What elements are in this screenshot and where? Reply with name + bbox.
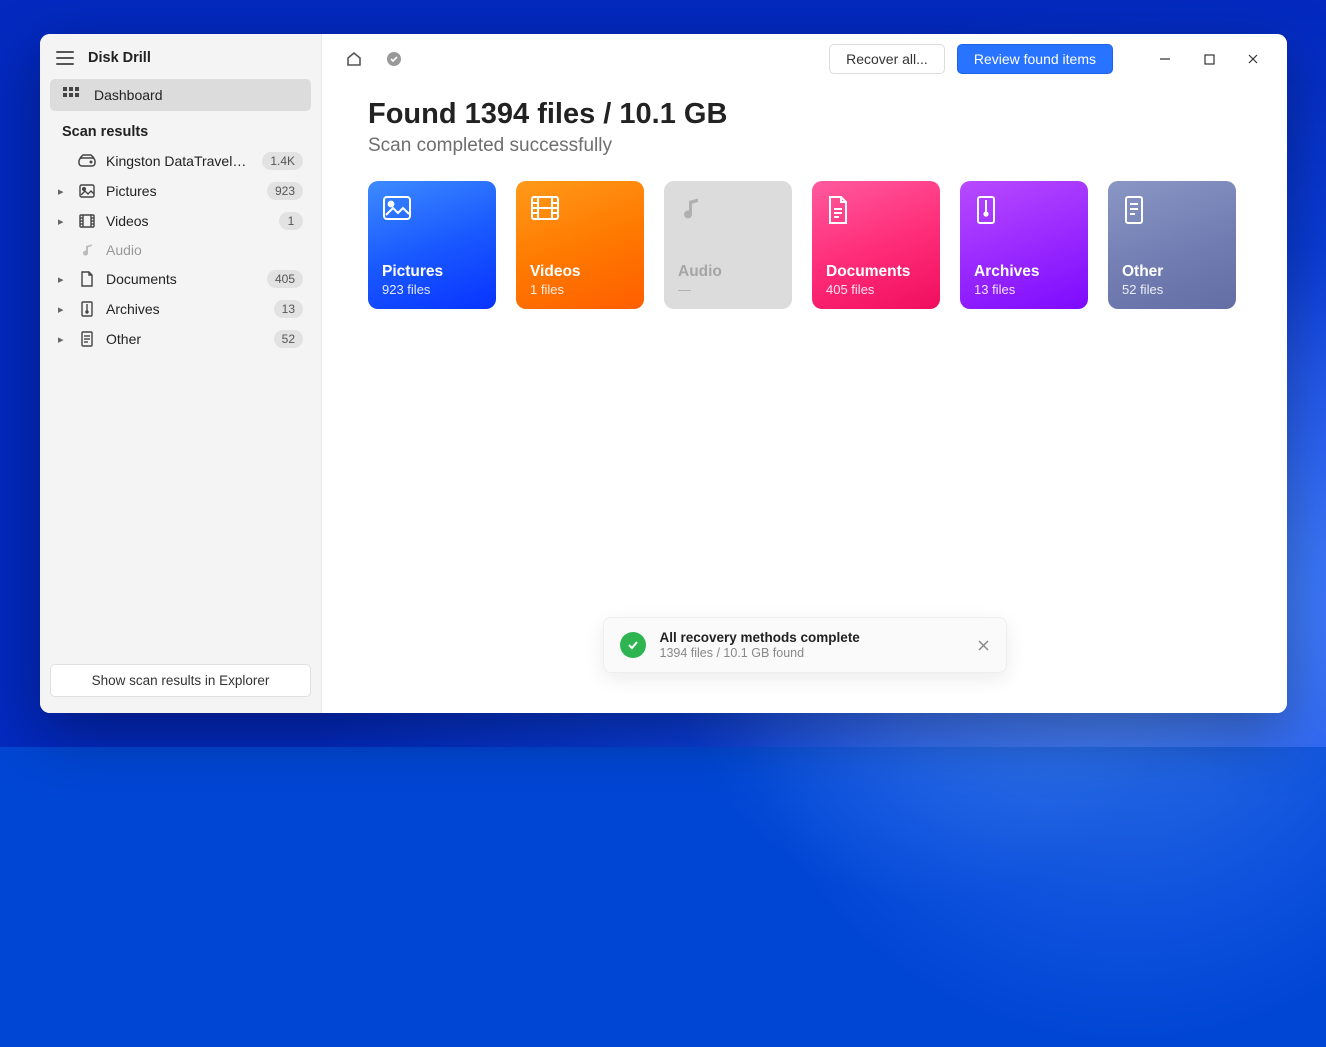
file-icon (1122, 195, 1152, 225)
category-cards: Pictures 923 files Videos 1 files Audio … (368, 181, 1241, 309)
image-icon (78, 184, 96, 198)
show-in-explorer-button[interactable]: Show scan results in Explorer (50, 664, 311, 697)
grid-icon (62, 87, 80, 103)
count-badge: 923 (267, 182, 303, 200)
count-badge: 1 (279, 212, 303, 230)
image-icon (382, 195, 412, 225)
drive-count-badge: 1.4K (262, 152, 303, 170)
maximize-button[interactable] (1187, 44, 1231, 74)
card-title: Videos (530, 263, 630, 281)
chevron-right-icon: ▸ (58, 185, 68, 198)
home-icon[interactable] (340, 45, 368, 73)
sidebar-item-label: Pictures (106, 183, 257, 199)
film-icon (530, 195, 560, 225)
sidebar-section-title: Scan results (50, 112, 311, 146)
chevron-right-icon: ▸ (58, 273, 68, 286)
card-sub: 52 files (1122, 282, 1222, 297)
sidebar-item-label: Audio (106, 242, 303, 258)
card-sub: 923 files (382, 282, 482, 297)
sidebar-item-label: Documents (106, 271, 257, 287)
sidebar-item-archives[interactable]: ▸ Archives 13 (50, 294, 311, 324)
music-note-icon (78, 242, 96, 258)
chevron-right-icon: ▸ (58, 303, 68, 316)
card-sub: 1 files (530, 282, 630, 297)
sidebar-item-dashboard[interactable]: Dashboard (50, 79, 311, 111)
sidebar-item-audio[interactable]: Audio (50, 236, 311, 264)
main-area: Recover all... Review found items Found … (322, 34, 1287, 713)
review-found-items-button[interactable]: Review found items (957, 44, 1113, 74)
sidebar-item-label: Other (106, 331, 264, 347)
toast-title: All recovery methods complete (660, 630, 963, 645)
chevron-right-icon: ▸ (58, 333, 68, 346)
card-documents[interactable]: Documents 405 files (812, 181, 940, 309)
card-title: Other (1122, 263, 1222, 281)
sidebar-item-label: Dashboard (94, 87, 163, 103)
card-sub: — (678, 282, 778, 297)
sidebar-header: Disk Drill (50, 46, 311, 78)
sidebar-item-label: Archives (106, 301, 264, 317)
results-subheading: Scan completed successfully (368, 135, 1241, 157)
card-title: Audio (678, 263, 778, 281)
card-sub: 13 files (974, 282, 1074, 297)
film-icon (78, 214, 96, 228)
archive-icon (974, 195, 1004, 225)
card-title: Documents (826, 263, 926, 281)
count-badge: 52 (274, 330, 303, 348)
results-heading: Found 1394 files / 10.1 GB (368, 98, 1241, 131)
toast-sub: 1394 files / 10.1 GB found (660, 646, 963, 660)
document-icon (78, 271, 96, 287)
sidebar-drive-item[interactable]: Kingston DataTraveler 3… 1.4K (50, 146, 311, 176)
drive-label: Kingston DataTraveler 3… (106, 153, 252, 169)
content-area: Found 1394 files / 10.1 GB Scan complete… (322, 84, 1287, 329)
minimize-button[interactable] (1143, 44, 1187, 74)
app-window: Disk Drill Dashboard Scan results Kingst… (40, 34, 1287, 713)
card-archives[interactable]: Archives 13 files (960, 181, 1088, 309)
check-circle-icon (620, 632, 646, 658)
completion-toast: All recovery methods complete 1394 files… (603, 617, 1007, 673)
status-check-icon[interactable] (380, 45, 408, 73)
card-videos[interactable]: Videos 1 files (516, 181, 644, 309)
close-icon[interactable] (977, 639, 990, 652)
titlebar: Recover all... Review found items (322, 34, 1287, 84)
count-badge: 405 (267, 270, 303, 288)
music-note-icon (678, 195, 708, 225)
document-icon (826, 195, 856, 225)
chevron-right-icon: ▸ (58, 215, 68, 228)
recover-all-button[interactable]: Recover all... (829, 44, 945, 74)
app-title: Disk Drill (88, 50, 151, 66)
sidebar-item-documents[interactable]: ▸ Documents 405 (50, 264, 311, 294)
card-pictures[interactable]: Pictures 923 files (368, 181, 496, 309)
card-other[interactable]: Other 52 files (1108, 181, 1236, 309)
drive-icon (78, 154, 96, 168)
file-icon (78, 331, 96, 347)
sidebar: Disk Drill Dashboard Scan results Kingst… (40, 34, 322, 713)
hamburger-icon[interactable] (56, 51, 74, 65)
card-sub: 405 files (826, 282, 926, 297)
count-badge: 13 (274, 300, 303, 318)
sidebar-item-pictures[interactable]: ▸ Pictures 923 (50, 176, 311, 206)
sidebar-item-other[interactable]: ▸ Other 52 (50, 324, 311, 354)
sidebar-item-label: Videos (106, 213, 269, 229)
close-button[interactable] (1231, 44, 1275, 74)
card-audio[interactable]: Audio — (664, 181, 792, 309)
card-title: Archives (974, 263, 1074, 281)
sidebar-item-videos[interactable]: ▸ Videos 1 (50, 206, 311, 236)
archive-icon (78, 301, 96, 317)
card-title: Pictures (382, 263, 482, 281)
